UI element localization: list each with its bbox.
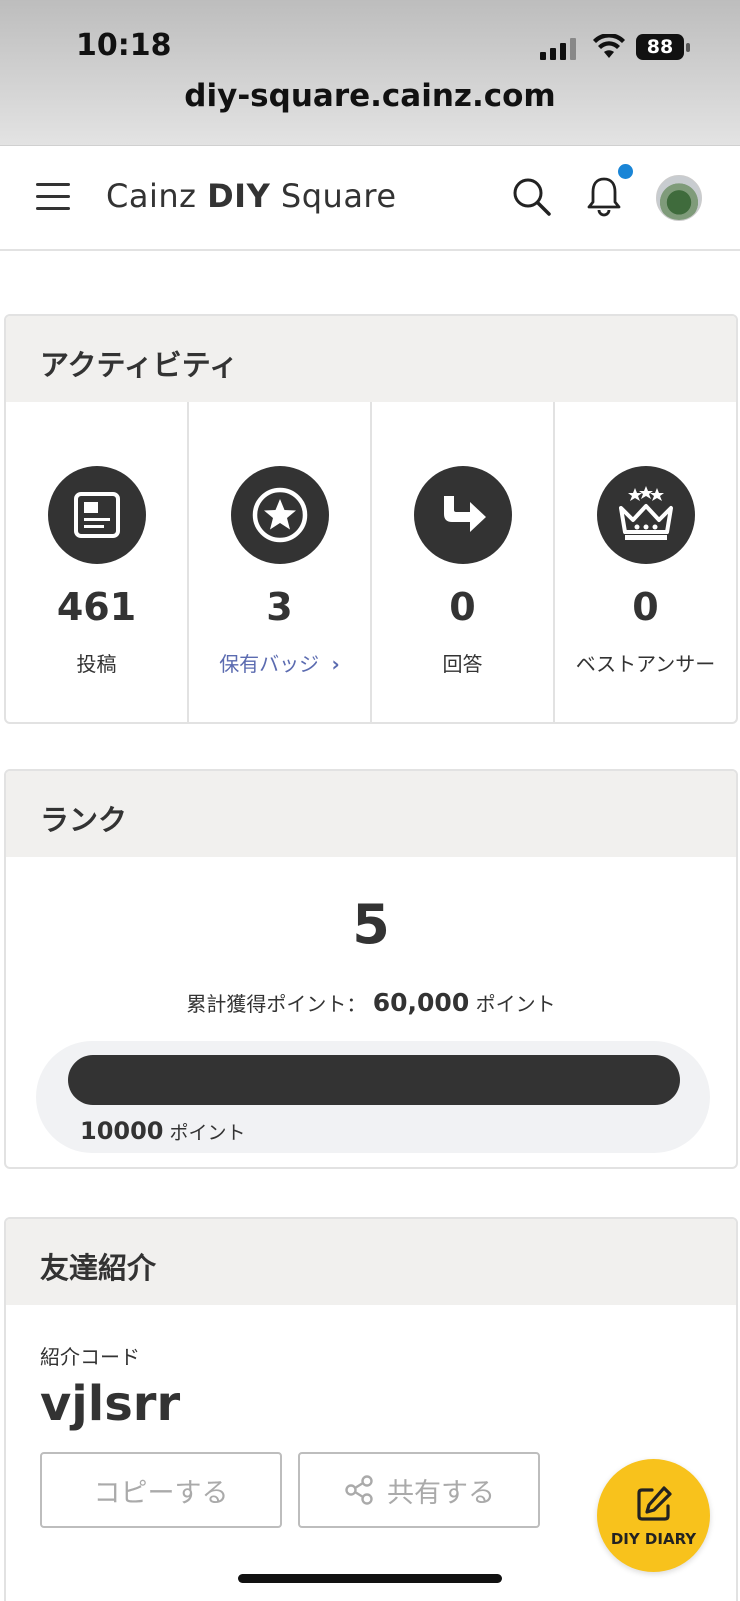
activity-stats: 461 投稿 3 保有バッジ › 0 回答 0 ベストアンサー [6,402,736,722]
article-icon [47,466,146,564]
status-time: 10:18 [76,28,172,63]
diy-diary-button[interactable]: DIY DIARY [597,1459,710,1572]
progress-label: 10000 ポイント [80,1117,246,1145]
bell-icon[interactable] [584,175,624,217]
star-badge-icon [230,466,329,564]
rank-progress: 10000 ポイント [36,1041,710,1153]
reply-arrow-icon [413,466,512,564]
edit-icon [636,1485,672,1521]
browser-chrome: 10:18 88 diy-square.cainz.com [0,0,740,146]
share-button[interactable]: 共有する [298,1452,540,1528]
menu-icon[interactable] [36,183,70,210]
stat-badges[interactable]: 3 保有バッジ › [189,402,372,722]
fab-label: DIY DIARY [610,1529,697,1548]
copy-button[interactable]: コピーする [40,1452,282,1528]
share-icon [345,1475,373,1505]
rank-level: 5 [352,893,390,956]
stat-label: ベストアンサー [575,652,716,676]
crown-icon [596,466,695,564]
stat-value: 0 [449,585,476,629]
rank-card: ランク 5 累計獲得ポイント： 60,000 ポイント 10000 ポイント [4,769,738,1169]
site-logo[interactable]: Cainz DIY Square [106,177,397,215]
badges-link[interactable]: 保有バッジ › [219,648,340,677]
battery-icon: 88 [636,34,690,60]
stat-value: 3 [266,585,293,629]
wifi-icon [593,34,625,58]
rank-title: ランク [6,771,736,857]
referral-code: vjlsrr [40,1376,181,1432]
total-points: 累計獲得ポイント： 60,000 ポイント [186,988,556,1017]
stat-best-answers[interactable]: 0 ベストアンサー [555,402,736,722]
search-icon[interactable] [512,177,552,217]
user-avatar[interactable] [656,175,702,221]
stat-label: 回答 [442,652,483,676]
stat-value: 0 [632,585,659,629]
stat-value: 461 [56,585,137,629]
activity-title: アクティビティ [6,316,736,402]
address-bar[interactable]: diy-square.cainz.com [0,78,740,114]
home-indicator [238,1574,502,1583]
stat-label: 投稿 [76,652,117,676]
signal-icon [540,38,576,60]
referral-title: 友達紹介 [6,1219,736,1305]
referral-code-label: 紹介コード [40,1345,140,1369]
notification-dot [618,164,633,179]
activity-card: アクティビティ 461 投稿 3 保有バッジ › 0 回答 0 ベストアンサー [4,314,738,724]
app-header: Cainz DIY Square [0,147,740,251]
progress-bar-fill [68,1055,680,1105]
chevron-right-icon: › [331,652,340,676]
stat-posts[interactable]: 461 投稿 [6,402,189,722]
stat-answers[interactable]: 0 回答 [372,402,555,722]
